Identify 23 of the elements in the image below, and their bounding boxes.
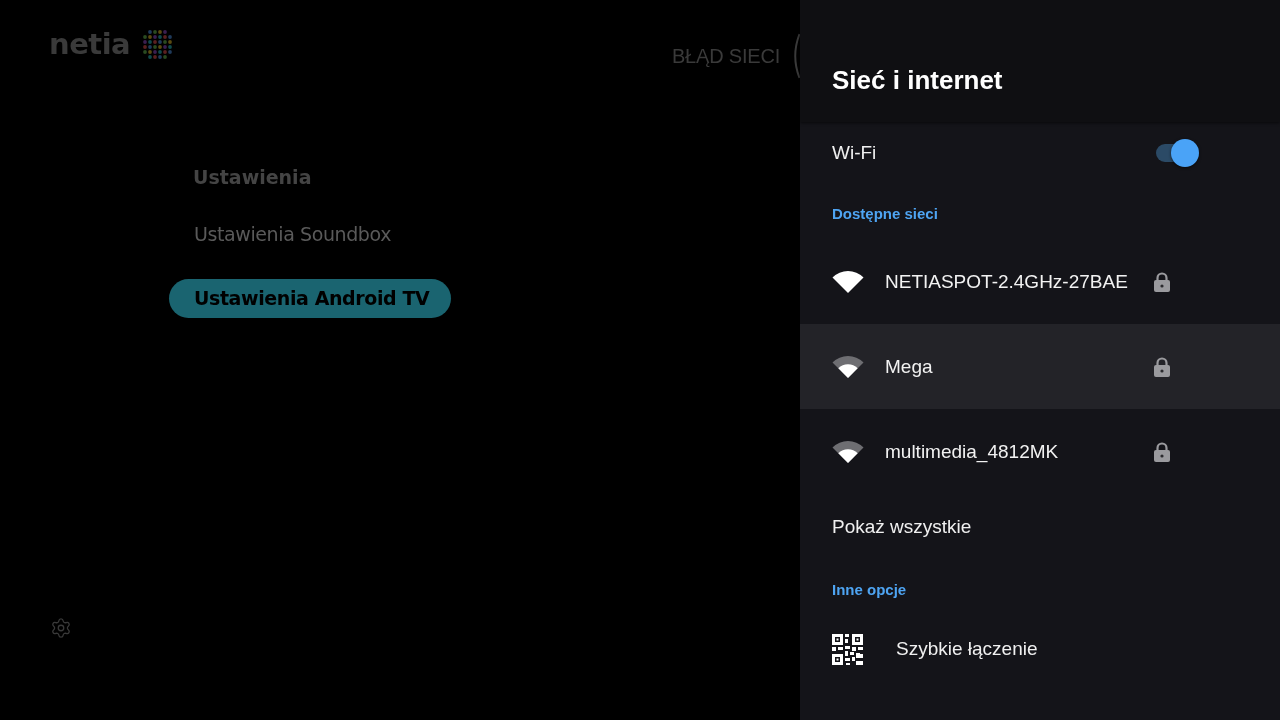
- wifi-toggle[interactable]: [1155, 139, 1200, 167]
- network-error-status: BŁĄD SIECI: [671, 44, 780, 69]
- wifi-signal-icon: [832, 355, 864, 378]
- network-name: multimedia_4812MK: [885, 439, 1060, 464]
- network-row[interactable]: NETIASPOT-2.4GHz-27BAE: [800, 239, 1280, 324]
- network-row[interactable]: Mega: [800, 324, 1280, 409]
- network-name: NETIASPOT-2.4GHz-27BAE: [885, 269, 1129, 294]
- network-row[interactable]: multimedia_4812MK: [800, 409, 1280, 494]
- section-header: Inne opcje: [832, 579, 907, 600]
- wifi-label: Wi-Fi: [832, 141, 877, 165]
- arc-icon: [791, 33, 800, 79]
- menu-title: Ustawienia: [192, 165, 312, 190]
- logo-text: netia: [49, 26, 131, 62]
- option-row[interactable]: Szybkie łączenie: [800, 615, 1280, 683]
- network-name: Mega: [885, 354, 934, 379]
- dotted-ball-logo-icon: [142, 28, 174, 60]
- show-all-link[interactable]: Pokaż wszystkie: [832, 515, 972, 539]
- section-header: Dostępne sieci: [832, 203, 938, 224]
- panel-title: Sieć i internet: [832, 64, 1004, 96]
- wifi-signal-icon: [832, 440, 864, 463]
- option-label: Szybkie łączenie: [896, 637, 1038, 661]
- qr-code-icon: [832, 633, 863, 665]
- wifi-signal-icon: [832, 270, 864, 293]
